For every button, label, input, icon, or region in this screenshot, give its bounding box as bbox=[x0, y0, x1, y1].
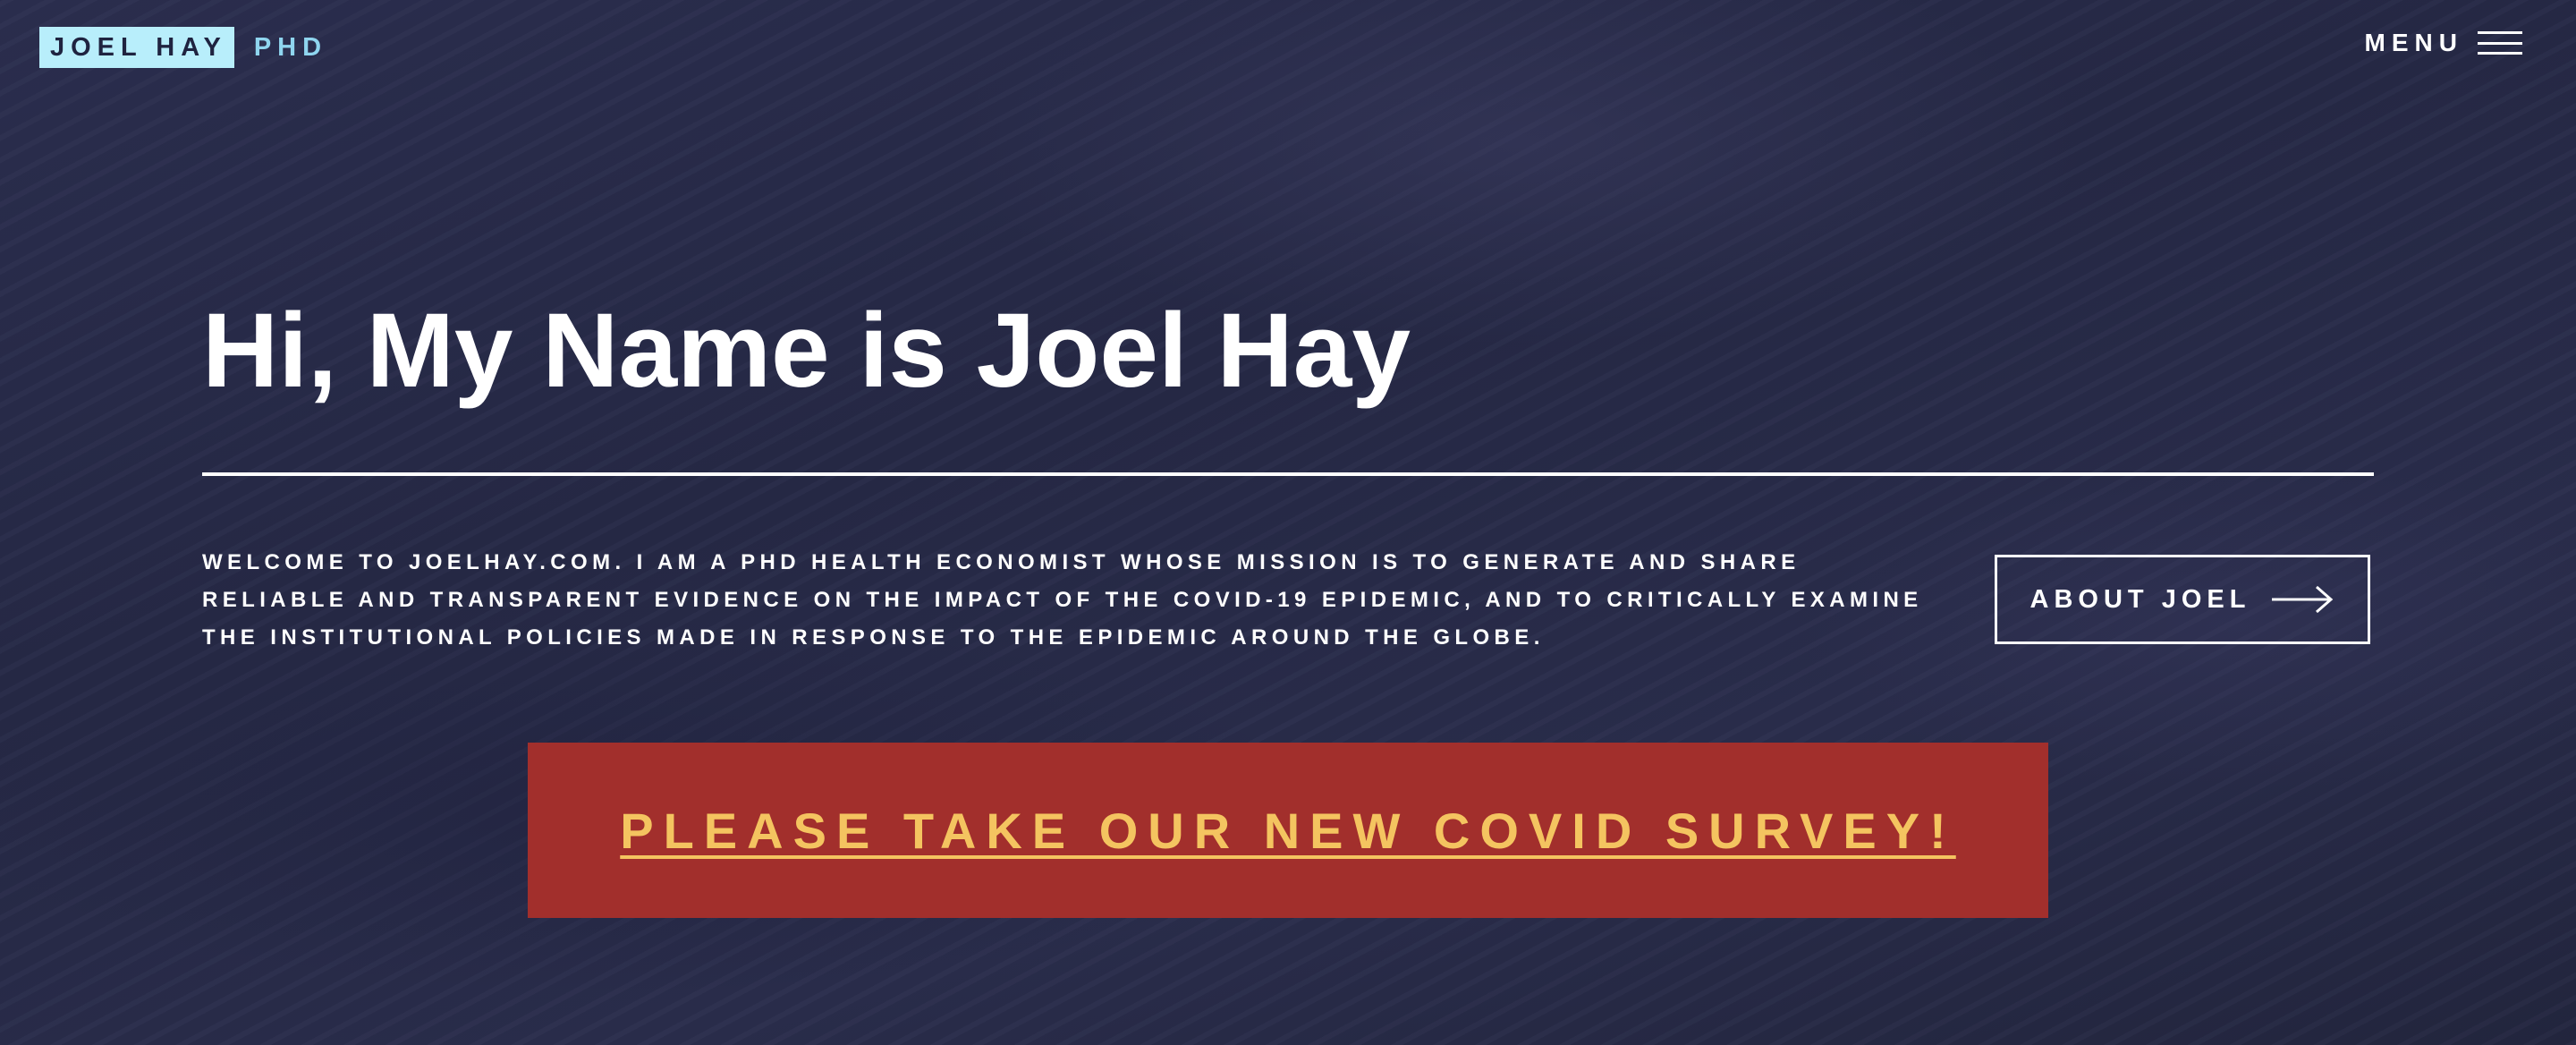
hero-divider bbox=[202, 472, 2374, 476]
menu-button[interactable]: MENU bbox=[2365, 29, 2522, 57]
about-button-label[interactable]: ABOUT JOEL bbox=[2030, 585, 2251, 615]
arrow-right-icon[interactable] bbox=[2270, 584, 2334, 615]
logo-suffix[interactable]: PHD bbox=[254, 27, 327, 68]
hero-title: Hi, My Name is Joel Hay bbox=[202, 292, 1411, 410]
site-logo[interactable]: JOEL HAY PHD bbox=[39, 27, 327, 68]
logo-name[interactable]: JOEL HAY bbox=[39, 27, 234, 68]
menu-label[interactable]: MENU bbox=[2365, 29, 2463, 57]
covid-survey-link[interactable]: PLEASE TAKE OUR NEW COVID SURVEY! bbox=[620, 802, 1956, 860]
welcome-text: WELCOME TO JOELHAY.COM. I AM A PHD HEALT… bbox=[202, 550, 1923, 650]
about-joel-button[interactable]: ABOUT JOEL bbox=[1995, 555, 2370, 644]
hamburger-icon[interactable] bbox=[2478, 31, 2522, 55]
survey-banner: PLEASE TAKE OUR NEW COVID SURVEY! bbox=[528, 743, 2048, 918]
